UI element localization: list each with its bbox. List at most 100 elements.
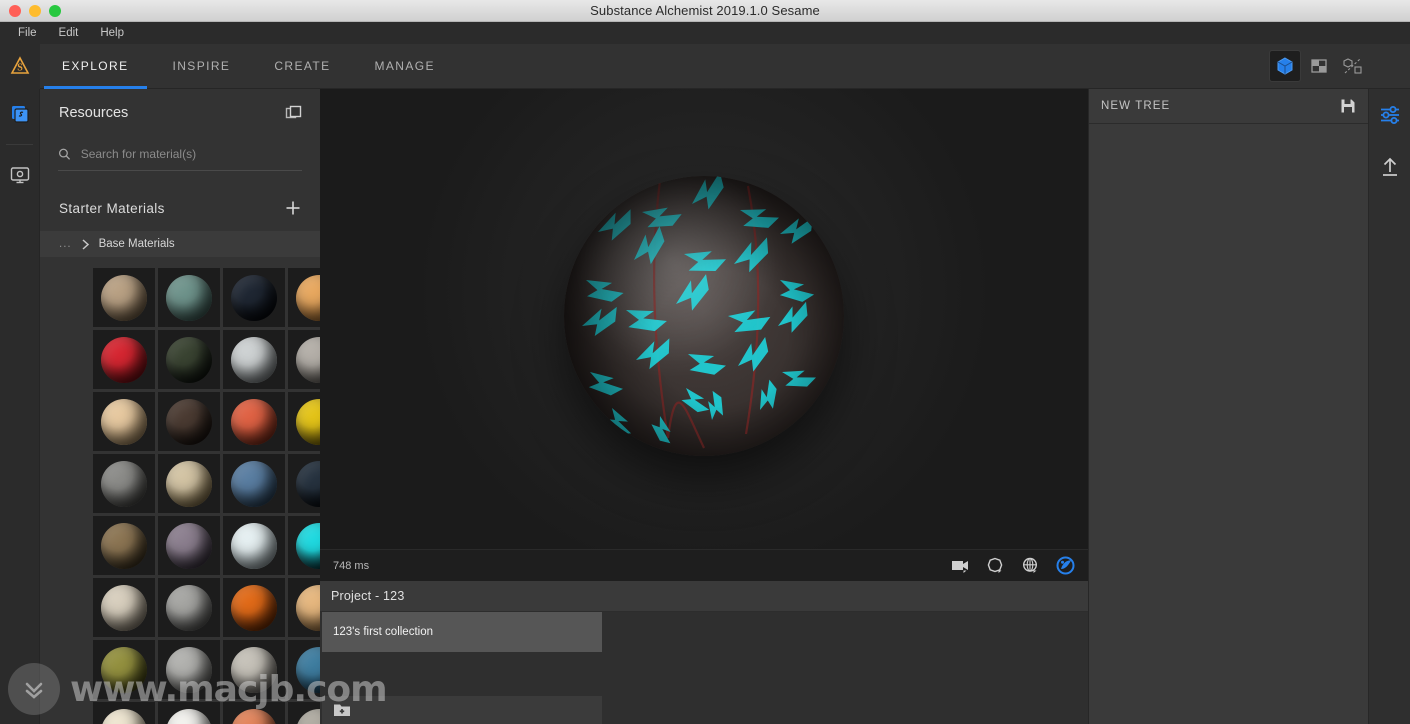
material-thumbnail[interactable] [288, 640, 320, 699]
add-folder-icon[interactable] [333, 702, 351, 718]
material-thumbnail[interactable] [288, 702, 320, 724]
sphere-shading [564, 176, 844, 456]
menu-help[interactable]: Help [90, 24, 134, 42]
resources-title: Resources [59, 105, 129, 121]
material-sphere-gold-metal [296, 398, 320, 445]
material-tree-panel: NEW TREE [1088, 89, 1368, 724]
starter-materials-section-header: Starter Materials [40, 185, 320, 231]
material-sphere-sand-dune [296, 584, 320, 631]
material-thumbnail[interactable] [223, 640, 285, 699]
save-floppy-icon[interactable] [1340, 98, 1356, 114]
window-titlebar: Substance Alchemist 2019.1.0 Sesame [0, 0, 1410, 22]
rail-item-display-settings[interactable] [0, 150, 40, 200]
rail-item-parameters[interactable] [1369, 89, 1410, 141]
material-thumbnail[interactable] [223, 392, 285, 451]
collection-card-next[interactable] [322, 696, 602, 724]
material-sphere-woven-tan [101, 274, 147, 321]
view-3d-button[interactable] [1269, 50, 1301, 82]
rail-item-export[interactable] [1369, 141, 1410, 193]
project-title: Project - 123 [331, 589, 405, 603]
tab-explore[interactable]: EXPLORE [40, 44, 151, 89]
material-thumbnail[interactable] [223, 268, 285, 327]
chevron-right-icon [82, 238, 89, 250]
camera-icon[interactable] [951, 558, 970, 574]
material-thumbnail[interactable] [223, 578, 285, 637]
rail-item-library[interactable] [0, 89, 40, 139]
menu-file[interactable]: File [8, 24, 47, 42]
material-sphere-grey-concrete [296, 336, 320, 383]
material-sphere-grey-stone [101, 460, 147, 507]
menu-bar: File Edit Help [0, 22, 1410, 44]
app-logo: S [0, 43, 40, 89]
mesh-shape-icon[interactable] [986, 557, 1005, 574]
material-sphere-light-wood [101, 398, 147, 445]
material-thumbnail[interactable] [158, 268, 220, 327]
material-thumbnail[interactable] [223, 454, 285, 513]
material-thumbnail[interactable] [93, 640, 155, 699]
material-thumbnail[interactable] [223, 516, 285, 575]
material-thumbnail[interactable] [223, 330, 285, 389]
material-thumbnail[interactable] [158, 516, 220, 575]
tab-manage[interactable]: MANAGE [353, 44, 457, 89]
viewport-tool-icons [951, 556, 1075, 575]
material-sphere-white-marble [166, 708, 212, 724]
collection-card[interactable]: 123's first collection [322, 612, 602, 652]
collections-panel: 123's first collection [320, 612, 1088, 724]
search-input[interactable] [80, 146, 302, 161]
material-thumbnail[interactable] [158, 578, 220, 637]
material-sphere-blue-denim [296, 646, 320, 693]
material-thumbnail[interactable] [288, 578, 320, 637]
tab-create[interactable]: CREATE [252, 44, 352, 89]
resources-header: Resources [40, 89, 320, 137]
material-thumbnail[interactable] [93, 268, 155, 327]
material-thumbnail[interactable] [93, 330, 155, 389]
material-thumbnail[interactable] [93, 516, 155, 575]
material-sphere-brown-dirt [101, 522, 147, 569]
main-tabs: EXPLORE INSPIRE CREATE MANAGE [40, 44, 457, 89]
lighting-sphere-icon[interactable] [1056, 556, 1075, 575]
material-thumbnail[interactable] [93, 392, 155, 451]
material-thumbnail[interactable] [288, 392, 320, 451]
material-thumbnail[interactable] [288, 454, 320, 513]
material-sphere-white-granite [231, 336, 277, 383]
material-thumbnail[interactable] [93, 702, 155, 724]
display-settings-icon [10, 167, 30, 184]
material-thumbnail[interactable] [288, 330, 320, 389]
material-thumbnail[interactable] [158, 640, 220, 699]
material-thumbnail[interactable] [158, 392, 220, 451]
layers-library-icon [12, 106, 29, 123]
material-thumbnail[interactable] [223, 702, 285, 724]
search-icon [58, 148, 71, 160]
view-split-button[interactable] [1304, 51, 1334, 81]
tab-inspire[interactable]: INSPIRE [151, 44, 253, 89]
material-thumbnail[interactable] [93, 454, 155, 513]
material-thumbnail[interactable] [288, 268, 320, 327]
material-thumbnail[interactable] [158, 454, 220, 513]
material-sphere-sage-green [166, 274, 212, 321]
material-thumbnail[interactable] [288, 516, 320, 575]
material-sphere-moss-gravel [101, 646, 147, 693]
breadcrumb-ellipsis[interactable]: ... [59, 238, 72, 250]
material-thumbnail[interactable] [158, 702, 220, 724]
copy-panel-icon[interactable] [285, 105, 302, 122]
material-sphere-dark-brown [166, 398, 212, 445]
environment-globe-icon[interactable] [1021, 557, 1040, 574]
3d-viewport[interactable] [320, 89, 1088, 549]
breadcrumb-current[interactable]: Base Materials [99, 238, 175, 250]
compare-view-icon [1343, 58, 1362, 74]
material-sphere-orange-rust [231, 584, 277, 631]
menu-edit[interactable]: Edit [49, 24, 89, 42]
starter-materials-title: Starter Materials [59, 200, 165, 216]
window-title: Substance Alchemist 2019.1.0 Sesame [590, 3, 820, 18]
material-sphere-white-snow [231, 522, 277, 569]
material-search-bar[interactable] [58, 137, 302, 171]
parameters-sliders-icon [1381, 106, 1399, 124]
tree-title: NEW TREE [1101, 100, 1171, 112]
view-compare-button[interactable] [1338, 51, 1368, 81]
material-thumbnail[interactable] [158, 330, 220, 389]
tree-body[interactable] [1089, 124, 1368, 724]
viewport-status-bar: 748 ms [320, 549, 1088, 581]
plus-icon[interactable] [284, 199, 302, 217]
material-thumbnail[interactable] [93, 578, 155, 637]
material-preview-sphere[interactable] [564, 176, 844, 456]
